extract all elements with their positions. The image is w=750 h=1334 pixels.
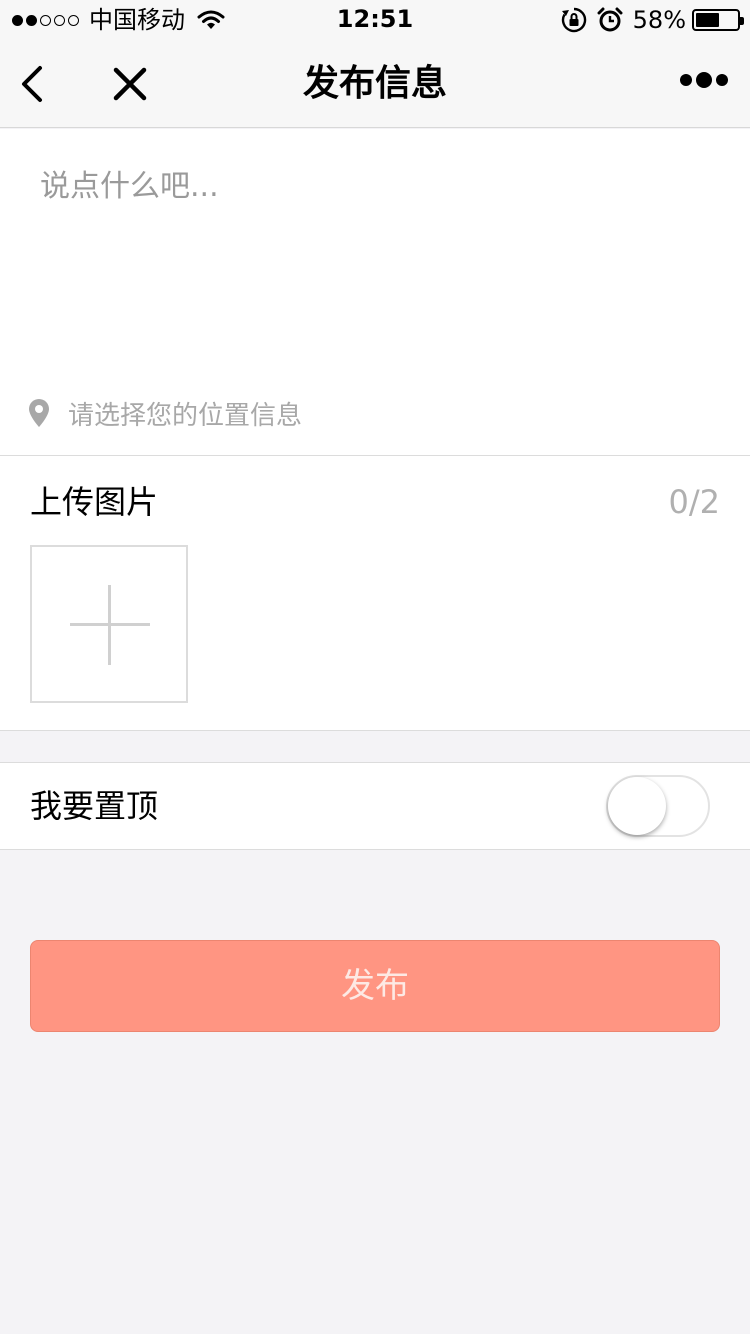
toggle-knob <box>608 777 666 835</box>
more-dot <box>680 74 692 86</box>
page-title: 发布信息 <box>302 63 447 104</box>
more-dot <box>716 74 728 86</box>
more-dots-icon[interactable] <box>680 72 728 88</box>
post-content-input[interactable] <box>40 165 710 365</box>
pin-top-toggle[interactable] <box>606 775 710 837</box>
battery-cap <box>740 17 744 25</box>
location-pin-icon <box>29 399 49 427</box>
upload-count: 0/2 <box>668 483 721 521</box>
post-content-section: 请选择您的位置信息 <box>0 129 750 455</box>
add-image-button[interactable] <box>30 545 188 703</box>
location-placeholder: 请选择您的位置信息 <box>68 400 303 431</box>
location-selector[interactable]: 请选择您的位置信息 <box>28 393 302 433</box>
status-right: 58% <box>561 6 744 34</box>
battery-percent: 58% <box>632 6 686 34</box>
upload-title: 上传图片 <box>30 483 159 521</box>
pin-top-section: 我要置顶 <box>0 762 750 850</box>
pin-top-label: 我要置顶 <box>30 787 159 825</box>
battery-fill <box>696 13 719 27</box>
battery-icon <box>692 9 744 31</box>
orientation-lock-icon <box>561 7 586 33</box>
publish-button[interactable]: 发布 <box>30 940 720 1032</box>
more-dot <box>696 72 712 88</box>
plus-icon <box>108 585 111 665</box>
alarm-icon <box>597 7 623 32</box>
status-bar: 中国移动 12:51 58% <box>0 0 750 40</box>
navigation-bar: 发布信息 <box>0 40 750 128</box>
upload-image-section: 上传图片 0/2 <box>0 455 750 731</box>
